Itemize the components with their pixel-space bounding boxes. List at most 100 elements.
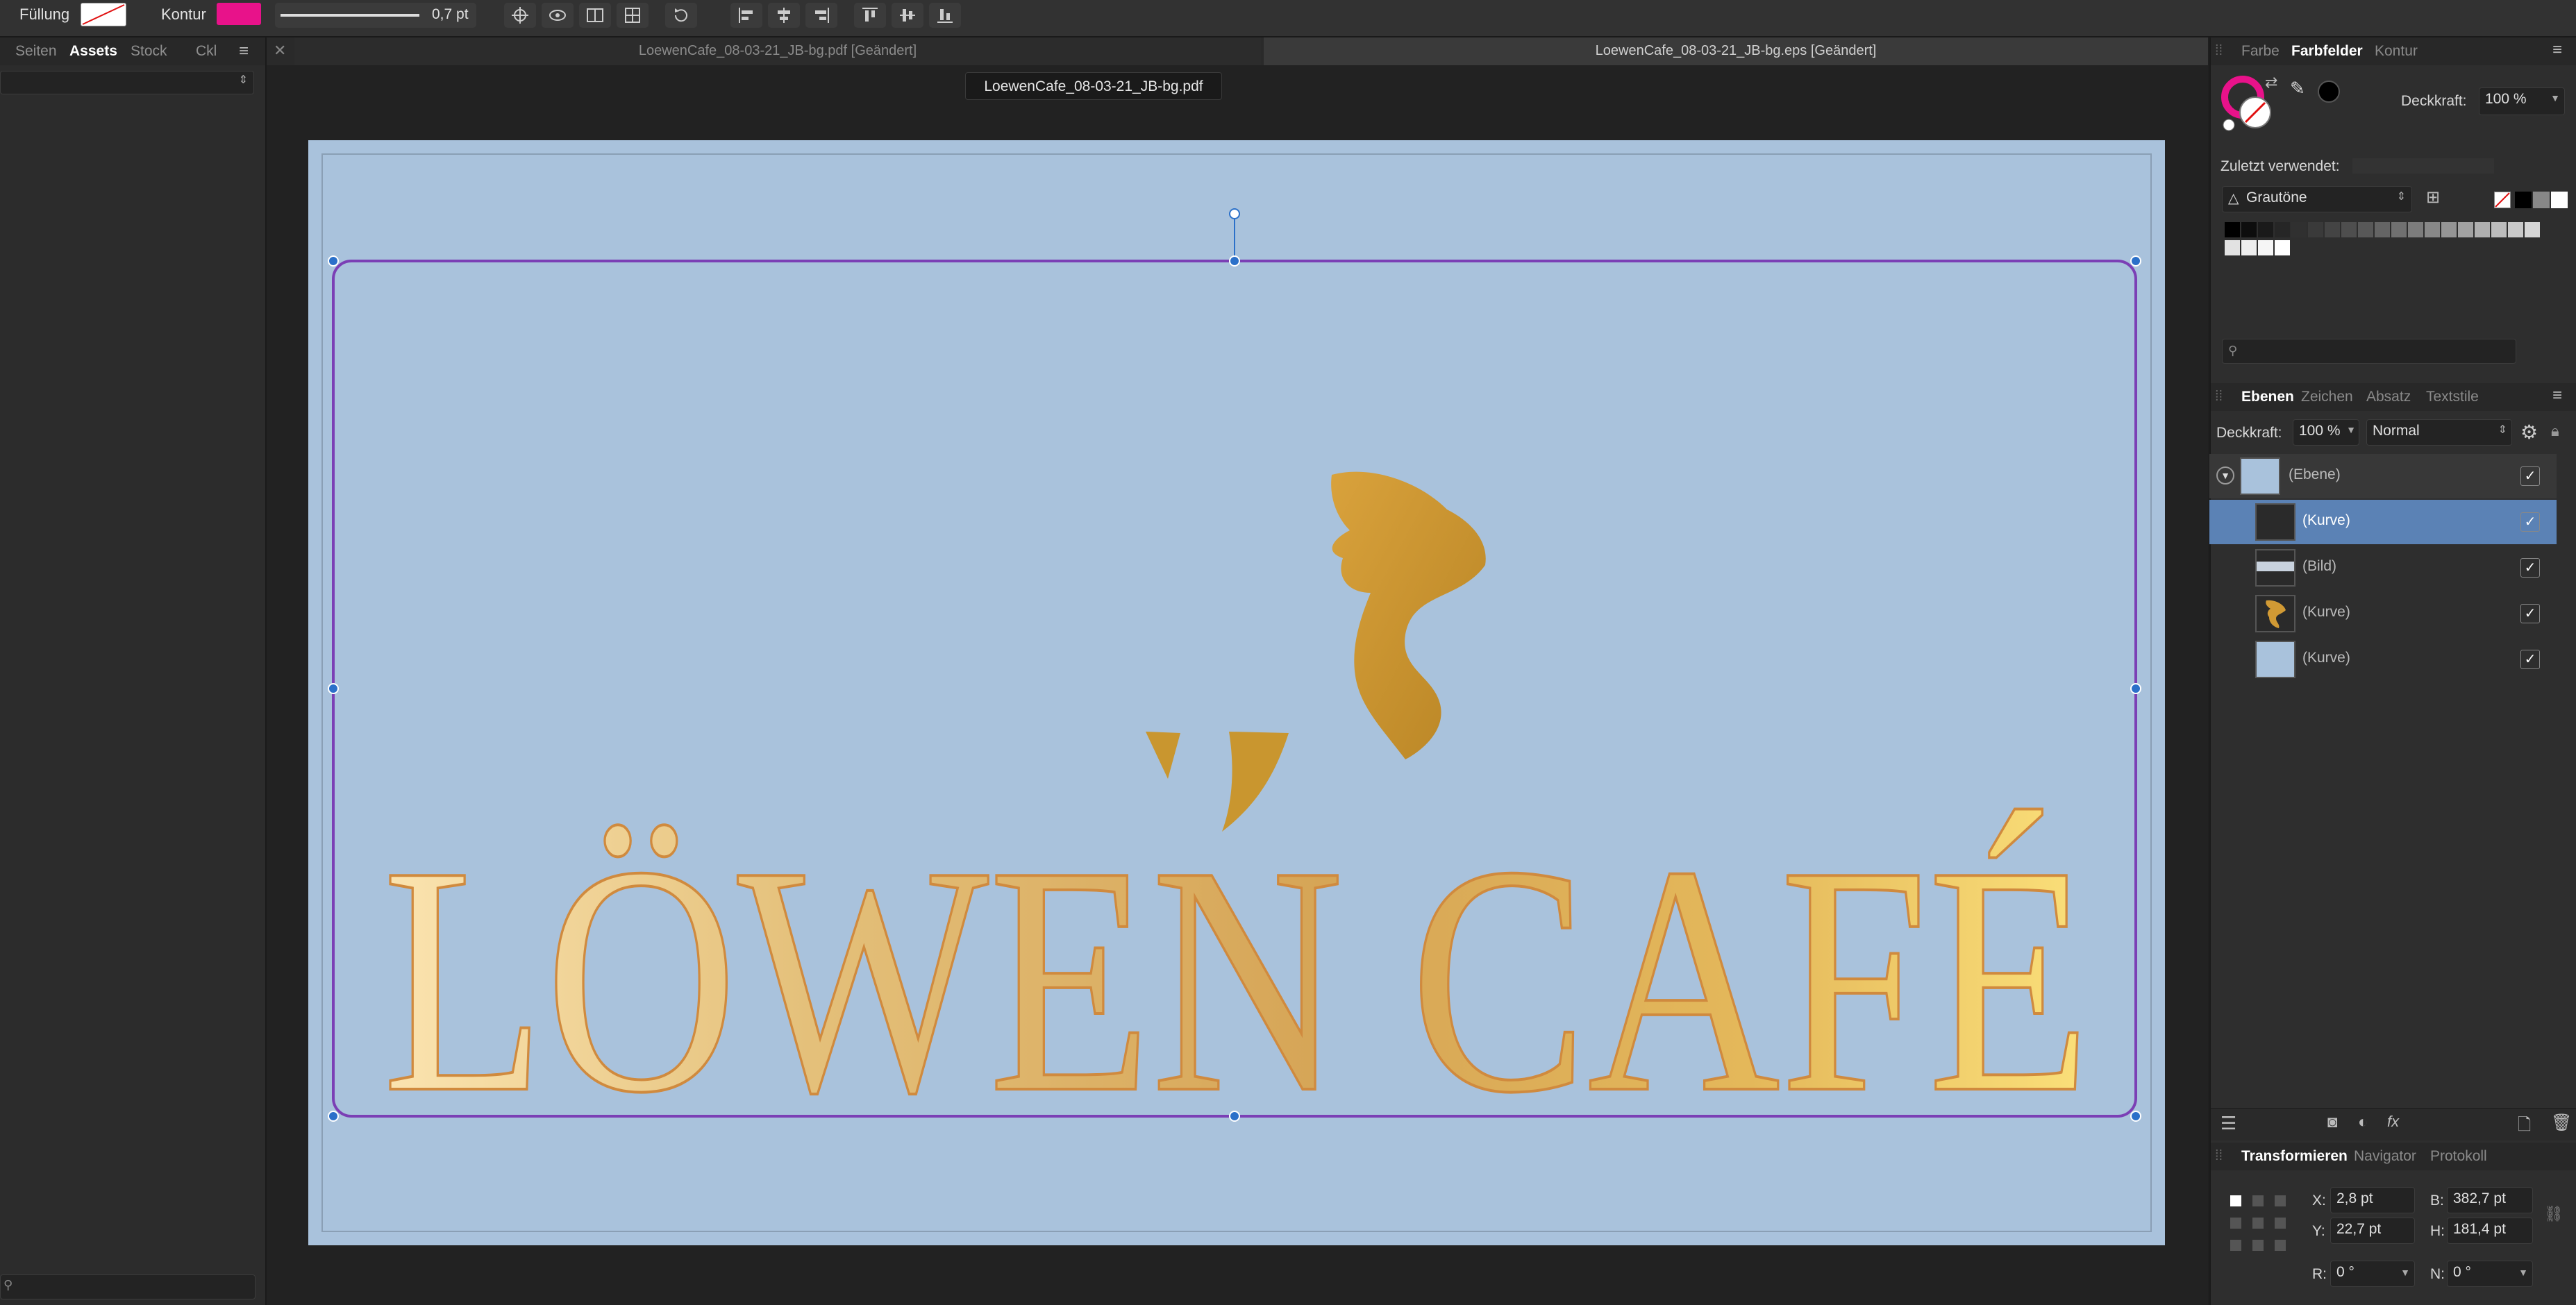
- height-label: H:: [2430, 1223, 2445, 1239]
- trash-icon[interactable]: 🗑︎: [2551, 1113, 2572, 1133]
- visibility-checkbox[interactable]: ✓: [2520, 466, 2540, 486]
- handle-bottom-center[interactable]: [1229, 1111, 1240, 1122]
- layer-row[interactable]: (Kurve) ✓: [2209, 591, 2557, 636]
- palette-select[interactable]: Grautöne △ ⇕: [2222, 186, 2412, 212]
- link-proportions-icon[interactable]: ⛓︎: [2544, 1205, 2564, 1223]
- tab-textstile[interactable]: Textstile: [2426, 389, 2479, 405]
- grayscale-swatch-grid[interactable]: [2225, 222, 2558, 258]
- width-label: B:: [2430, 1193, 2444, 1209]
- layer-thumbnail: [2240, 457, 2280, 495]
- tab-ebenen[interactable]: Ebenen: [2241, 389, 2294, 405]
- mask-icon[interactable]: ◙: [2327, 1113, 2338, 1132]
- align-left-button[interactable]: [730, 3, 762, 28]
- swap-colors-icon[interactable]: [2223, 119, 2235, 131]
- layers-stack-icon[interactable]: ☰: [2220, 1113, 2236, 1134]
- tab-farbfelder[interactable]: Farbfelder: [2291, 43, 2363, 60]
- document-tab-pdf[interactable]: LoewenCafe_08-03-21_JB-bg.pdf [Geändert]: [294, 37, 1261, 65]
- layers-opacity-label: Deckkraft:: [2216, 425, 2282, 441]
- document-tab-eps[interactable]: LoewenCafe_08-03-21_JB-bg.eps [Geändert]: [1264, 37, 2208, 65]
- drag-grip-icon[interactable]: ⁞⁞: [2215, 389, 2223, 405]
- eyedropper-icon[interactable]: ✎: [2290, 78, 2305, 99]
- height-input[interactable]: 181,4 pt: [2447, 1218, 2533, 1244]
- tab-stock[interactable]: Stock: [131, 43, 167, 60]
- layer-row-selected[interactable]: (Kurve) ✓: [2209, 500, 2557, 544]
- rotation-input[interactable]: 0 ° ▼: [2330, 1261, 2415, 1287]
- close-tab-icon[interactable]: ✕: [274, 42, 286, 60]
- handle-middle-left[interactable]: [328, 683, 339, 694]
- x-position-input[interactable]: 2,8 pt: [2330, 1187, 2415, 1213]
- y-position-input[interactable]: 22,7 pt: [2330, 1218, 2415, 1244]
- fill-swatch[interactable]: [81, 3, 126, 26]
- expand-chevron-icon[interactable]: ▼: [2216, 466, 2234, 485]
- tab-assets[interactable]: Assets: [69, 43, 117, 60]
- swatches-opacity-input[interactable]: 100 % ▼: [2479, 87, 2565, 115]
- tab-zeichen[interactable]: Zeichen: [2301, 389, 2353, 405]
- visibility-checkbox[interactable]: ✓: [2520, 604, 2540, 623]
- panel-menu-icon[interactable]: ≡: [239, 42, 249, 61]
- grey-swatch[interactable]: [2533, 192, 2550, 208]
- layer-row[interactable]: ▼ (Ebene) ✓: [2209, 454, 2557, 498]
- tab-farbe[interactable]: Farbe: [2241, 43, 2280, 60]
- snap-button[interactable]: [504, 3, 536, 28]
- handle-top-right[interactable]: [2130, 255, 2141, 267]
- rotation-handle[interactable]: [1229, 208, 1240, 219]
- align-right-button[interactable]: [805, 3, 837, 28]
- stroke-width-control[interactable]: 0,7 pt: [275, 3, 476, 28]
- layers-opacity-input[interactable]: 100 % ▼: [2293, 419, 2359, 446]
- gear-icon[interactable]: ⚙: [2520, 421, 2538, 444]
- panel-menu-icon[interactable]: ≡: [2552, 40, 2562, 60]
- align-bottom-button[interactable]: [929, 3, 961, 28]
- rotate-button[interactable]: [665, 3, 697, 28]
- blend-mode-select[interactable]: Normal ⇕: [2366, 419, 2512, 446]
- fx-icon[interactable]: fx: [2387, 1113, 2399, 1131]
- tab-navigator[interactable]: Navigator: [2354, 1148, 2416, 1165]
- lock-icon[interactable]: 🔒︎: [2551, 422, 2559, 440]
- asset-search-input[interactable]: ⚲: [0, 1274, 256, 1299]
- transform-origin-button[interactable]: [617, 3, 649, 28]
- stroke-label: Kontur: [161, 6, 206, 23]
- tab-seiten[interactable]: Seiten: [15, 43, 57, 60]
- align-top-button[interactable]: [854, 3, 886, 28]
- white-swatch[interactable]: [2551, 192, 2568, 208]
- tab-absatz[interactable]: Absatz: [2366, 389, 2411, 405]
- canvas-area[interactable]: LoewenCafe_08-03-21_JB-bg.pdf LÖWEN CAFÉ: [267, 65, 2208, 1305]
- panel-menu-icon[interactable]: ≡: [2552, 386, 2562, 405]
- layer-row[interactable]: (Bild) ✓: [2209, 546, 2557, 590]
- align-center-button[interactable]: [768, 3, 800, 28]
- visibility-checkbox[interactable]: ✓: [2520, 650, 2540, 669]
- visibility-checkbox[interactable]: ✓: [2520, 512, 2540, 532]
- flip-horizontal-button[interactable]: [579, 3, 611, 28]
- stroke-swatch[interactable]: [217, 3, 261, 25]
- anchor-point-selector[interactable]: [2229, 1194, 2287, 1252]
- shear-input[interactable]: 0 ° ▼: [2447, 1261, 2533, 1287]
- black-swatch[interactable]: [2515, 192, 2532, 208]
- drag-grip-icon[interactable]: ⁞⁞: [2215, 43, 2223, 59]
- tab-transformieren[interactable]: Transformieren: [2241, 1148, 2348, 1165]
- handle-bottom-right[interactable]: [2130, 1111, 2141, 1122]
- handle-top-left[interactable]: [328, 255, 339, 267]
- width-input[interactable]: 382,7 pt: [2447, 1187, 2533, 1213]
- add-layer-icon[interactable]: 🗋︎: [2518, 1113, 2531, 1141]
- handle-middle-right[interactable]: [2130, 683, 2141, 694]
- layer-row[interactable]: (Kurve) ✓: [2209, 637, 2557, 682]
- current-color-swatch[interactable]: [2318, 81, 2340, 103]
- cafe-name-text[interactable]: LÖWEN CAFÉ: [381, 797, 2092, 1161]
- tab-kontur[interactable]: Kontur: [2375, 43, 2418, 60]
- asset-category-select[interactable]: ⇕: [0, 71, 254, 94]
- visibility-checkbox[interactable]: ✓: [2520, 558, 2540, 578]
- tab-ckl[interactable]: Ckl: [196, 43, 217, 60]
- none-swatch[interactable]: [2494, 192, 2511, 208]
- tab-protokoll[interactable]: Protokoll: [2430, 1148, 2487, 1165]
- adjustment-icon[interactable]: ◐: [2358, 1113, 2368, 1132]
- swap-arrows-icon[interactable]: ⇄: [2265, 74, 2277, 92]
- swatch-search-input[interactable]: ⚲: [2222, 339, 2516, 364]
- handle-bottom-left[interactable]: [328, 1111, 339, 1122]
- preview-button[interactable]: [542, 3, 574, 28]
- x-position-value: 2,8 pt: [2336, 1190, 2373, 1206]
- handle-top-center[interactable]: [1229, 255, 1240, 267]
- width-value: 382,7 pt: [2453, 1190, 2506, 1206]
- align-middle-button[interactable]: [892, 3, 923, 28]
- drag-grip-icon[interactable]: ⁞⁞: [2215, 1148, 2223, 1164]
- recent-colors-strip[interactable]: [2352, 158, 2494, 174]
- add-swatch-icon[interactable]: ⊞: [2426, 187, 2440, 208]
